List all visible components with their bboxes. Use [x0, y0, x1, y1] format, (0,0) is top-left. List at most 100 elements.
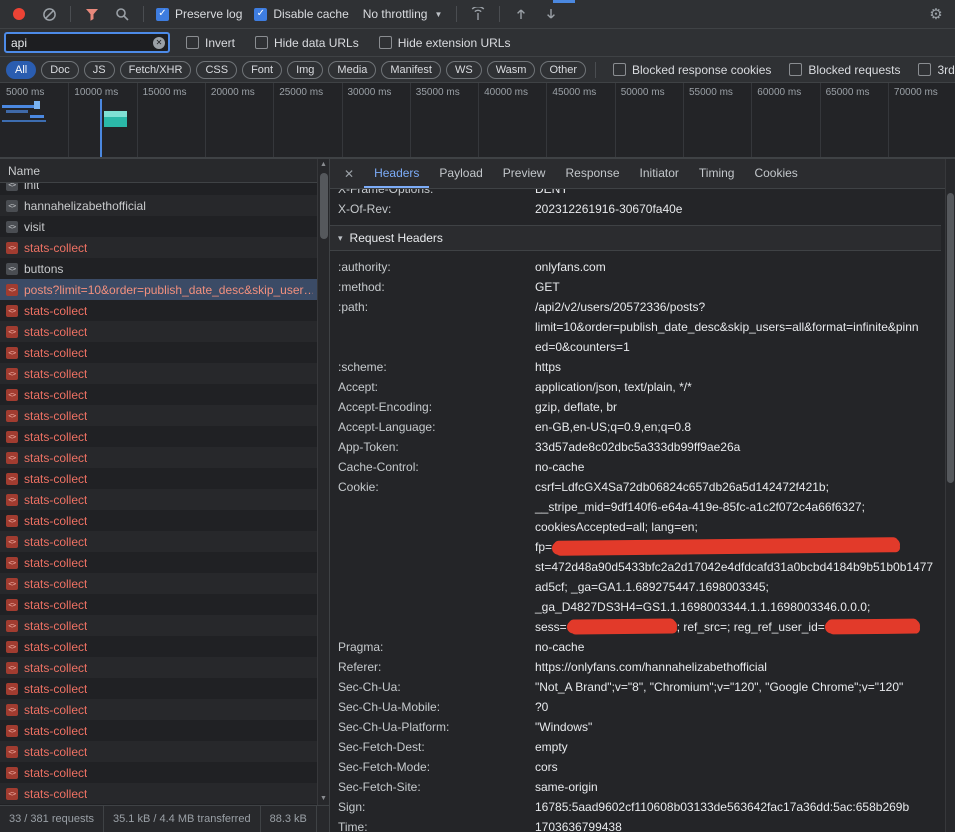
hide-extension-urls-checkbox[interactable]: Hide extension URLs: [375, 36, 515, 50]
header-row: Accept-Language:en-GB,en-US;q=0.9,en;q=0…: [330, 417, 941, 437]
request-name: stats-collect: [24, 346, 87, 360]
type-filter-js[interactable]: JS: [84, 61, 115, 79]
type-filter-other[interactable]: Other: [540, 61, 586, 79]
request-list-scrollbar[interactable]: ▲ ▼: [317, 159, 329, 805]
request-row[interactable]: <>buttons: [0, 258, 329, 279]
request-row[interactable]: <>stats-collect: [0, 720, 329, 741]
overview-gridline: [273, 83, 274, 157]
request-row[interactable]: <>stats-collect: [0, 741, 329, 762]
request-headers-section[interactable]: ▾ Request Headers: [330, 225, 941, 251]
request-name: stats-collect: [24, 241, 87, 255]
type-filter-img[interactable]: Img: [287, 61, 323, 79]
import-har-button[interactable]: [508, 3, 534, 25]
request-row[interactable]: <>stats-collect: [0, 300, 329, 321]
request-row[interactable]: <>stats-collect: [0, 552, 329, 573]
type-filter-css[interactable]: CSS: [196, 61, 237, 79]
type-filter-fetch-xhr[interactable]: Fetch/XHR: [120, 61, 192, 79]
network-activity-bar: [6, 110, 28, 113]
disclosure-triangle-icon[interactable]: ▾: [338, 233, 343, 244]
request-name: stats-collect: [24, 724, 87, 738]
request-row[interactable]: <>stats-collect: [0, 426, 329, 447]
type-filter-doc[interactable]: Doc: [41, 61, 79, 79]
request-row[interactable]: <>stats-collect: [0, 237, 329, 258]
request-row[interactable]: <>stats-collect: [0, 636, 329, 657]
record-button[interactable]: [6, 3, 32, 25]
checkbox-unchecked-icon: [186, 36, 199, 49]
header-value: gzip, deflate, br: [535, 397, 941, 417]
request-file-icon: <>: [6, 200, 18, 212]
request-row[interactable]: <>stats-collect: [0, 531, 329, 552]
request-name: buttons: [24, 262, 63, 276]
request-row[interactable]: <>stats-collect: [0, 573, 329, 594]
request-row[interactable]: <>stats-collect: [0, 342, 329, 363]
type-filter-ws[interactable]: WS: [446, 61, 482, 79]
request-row[interactable]: <>stats-collect: [0, 615, 329, 636]
request-row[interactable]: <>stats-collect: [0, 405, 329, 426]
tab-payload[interactable]: Payload: [429, 159, 492, 188]
filter-toggle-button[interactable]: [79, 3, 105, 25]
request-row[interactable]: <>stats-collect: [0, 363, 329, 384]
request-row[interactable]: <>stats-collect: [0, 510, 329, 531]
request-name: stats-collect: [24, 619, 87, 633]
scrollbar-thumb[interactable]: [947, 193, 954, 483]
scroll-down-icon[interactable]: ▼: [318, 793, 329, 805]
preserve-log-checkbox[interactable]: ✓ Preserve log: [152, 7, 246, 21]
tab-response[interactable]: Response: [555, 159, 629, 188]
close-details-button[interactable]: ✕: [334, 159, 364, 188]
hide-data-urls-checkbox[interactable]: Hide data URLs: [251, 36, 363, 50]
overview-tick-label: 20000 ms: [211, 87, 255, 98]
request-row[interactable]: <>stats-collect: [0, 321, 329, 342]
request-row[interactable]: <>init: [0, 183, 329, 195]
request-row[interactable]: <>stats-collect: [0, 489, 329, 510]
request-row[interactable]: <>stats-collect: [0, 699, 329, 720]
header-row: :scheme:https: [330, 357, 941, 377]
details-scrollbar[interactable]: [945, 159, 955, 832]
checkbox-unchecked-icon: [918, 63, 931, 76]
overview-selection-line[interactable]: [100, 99, 102, 159]
invert-checkbox[interactable]: Invert: [182, 36, 239, 50]
scrollbar-thumb[interactable]: [320, 173, 328, 239]
request-row[interactable]: <>stats-collect: [0, 783, 329, 804]
hide-data-urls-label: Hide data URLs: [274, 36, 359, 50]
disable-cache-checkbox[interactable]: ✓ Disable cache: [250, 7, 352, 21]
tab-cookies[interactable]: Cookies: [744, 159, 807, 188]
request-row[interactable]: <>stats-collect: [0, 447, 329, 468]
network-filter-input[interactable]: [11, 36, 150, 50]
request-row[interactable]: <>visit: [0, 216, 329, 237]
checkbox-3rd-party-requests[interactable]: 3rd-party requests: [914, 63, 955, 77]
type-filter-media[interactable]: Media: [328, 61, 376, 79]
request-row[interactable]: <>stats-collect: [0, 384, 329, 405]
scroll-up-icon[interactable]: ▲: [318, 159, 329, 171]
overview-strip[interactable]: 5000 ms10000 ms15000 ms20000 ms25000 ms3…: [0, 83, 955, 159]
header-name: Accept-Encoding:: [338, 397, 535, 417]
checkbox-blocked-response-cookies[interactable]: Blocked response cookies: [609, 63, 775, 77]
clear-button[interactable]: [36, 3, 62, 25]
checkbox-checked-icon: ✓: [156, 8, 169, 21]
checkbox-blocked-requests[interactable]: Blocked requests: [785, 63, 904, 77]
type-filter-font[interactable]: Font: [242, 61, 282, 79]
tab-headers[interactable]: Headers: [364, 159, 429, 188]
settings-button[interactable]: ⚙: [923, 3, 949, 25]
export-har-button[interactable]: [538, 3, 564, 25]
type-filter-all[interactable]: All: [6, 61, 36, 79]
clear-filter-icon[interactable]: ✕: [153, 37, 165, 49]
tab-initiator[interactable]: Initiator: [630, 159, 689, 188]
search-button[interactable]: [109, 3, 135, 25]
request-row[interactable]: <>stats-collect: [0, 468, 329, 489]
request-row[interactable]: <>stats-collect: [0, 657, 329, 678]
throttling-select[interactable]: No throttling ▼: [357, 7, 449, 21]
header-row: Sec-Ch-Ua-Mobile:?0: [330, 697, 941, 717]
type-filter-manifest[interactable]: Manifest: [381, 61, 441, 79]
name-column-header[interactable]: Name: [0, 159, 329, 183]
tab-preview[interactable]: Preview: [493, 159, 556, 188]
request-row-selected[interactable]: <>posts?limit=10&order=publish_date_desc…: [0, 279, 329, 300]
request-name: posts?limit=10&order=publish_date_desc&s…: [24, 283, 313, 297]
request-row[interactable]: <>stats-collect: [0, 594, 329, 615]
tab-timing[interactable]: Timing: [689, 159, 745, 188]
request-row[interactable]: <>hannahelizabethofficial: [0, 195, 329, 216]
header-name: :path:: [338, 297, 535, 357]
request-row[interactable]: <>stats-collect: [0, 762, 329, 783]
type-filter-wasm[interactable]: Wasm: [487, 61, 536, 79]
request-row[interactable]: <>stats-collect: [0, 678, 329, 699]
network-conditions-button[interactable]: [465, 3, 491, 25]
